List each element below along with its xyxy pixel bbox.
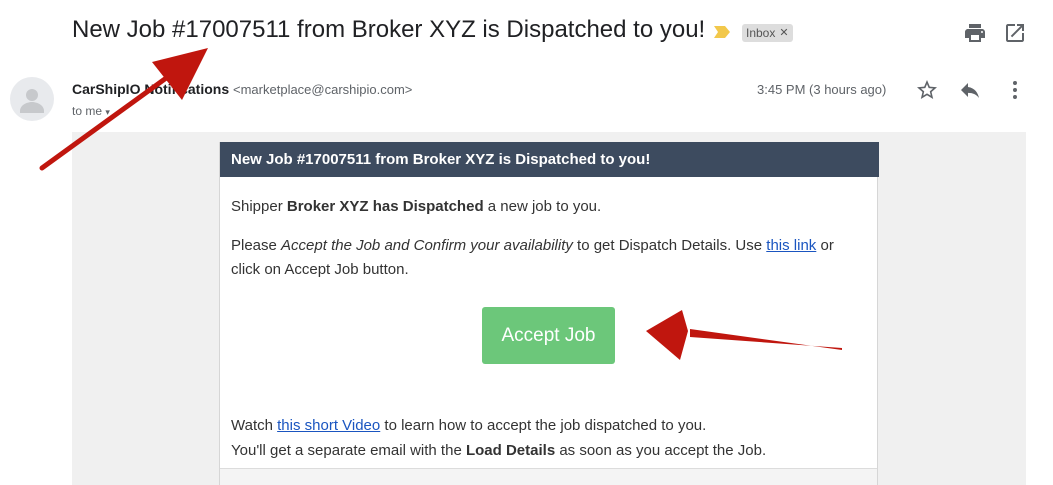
shipper-line-bold: Broker XYZ has Dispatched bbox=[286, 198, 484, 215]
instruction-pre: Please bbox=[231, 237, 282, 254]
email-card: New Job #17007511 from Broker XYZ is Dis… bbox=[219, 142, 879, 485]
shipper-line: Shipper Broker XYZ has Dispatched a new … bbox=[231, 198, 601, 215]
email-timestamp: 3:45 PM (3 hours ago) bbox=[757, 82, 887, 97]
card-footer bbox=[220, 469, 877, 485]
instruction-italic: Accept the Job and Confirm your availabi… bbox=[281, 237, 573, 254]
email-card-header: New Job #17007511 from Broker XYZ is Dis… bbox=[220, 142, 879, 177]
shipper-line-post: a new job to you. bbox=[483, 198, 602, 215]
recipient-details[interactable]: to me ▾ bbox=[72, 104, 110, 118]
recipient-dropdown-icon[interactable]: ▾ bbox=[105, 107, 110, 117]
this-link[interactable]: this link bbox=[766, 237, 816, 254]
inbox-label-chip: Inbox ✕ bbox=[742, 24, 793, 42]
print-icon[interactable] bbox=[963, 21, 987, 45]
load-details-pre: You'll get a separate email with the bbox=[231, 442, 466, 459]
load-details-post: as soon as you accept the Job. bbox=[555, 442, 767, 459]
sender-email: <marketplace@carshipio.com> bbox=[233, 82, 413, 97]
open-in-new-window-icon[interactable] bbox=[1003, 21, 1027, 45]
instruction-line-2: click on Accept Job button. bbox=[231, 261, 409, 278]
star-icon[interactable] bbox=[915, 78, 939, 102]
sender-line: CarShipIO Notifications <marketplace@car… bbox=[72, 81, 412, 97]
sender-name[interactable]: CarShipIO Notifications bbox=[72, 81, 229, 97]
reply-icon[interactable] bbox=[958, 78, 982, 102]
person-icon bbox=[20, 89, 44, 113]
sender-avatar bbox=[10, 77, 54, 121]
load-details-bold: Load Details bbox=[465, 442, 556, 459]
video-line-pre: Watch bbox=[231, 417, 278, 434]
recipient-text: to me bbox=[72, 104, 103, 118]
video-line-post: to learn how to accept the job dispatche… bbox=[380, 417, 707, 434]
instruction-mid: to get Dispatch Details. Use bbox=[572, 237, 767, 254]
more-vertical-icon[interactable] bbox=[1003, 78, 1027, 102]
short-video-link[interactable]: this short Video bbox=[277, 417, 380, 434]
shipper-line-pre: Shipper bbox=[231, 198, 287, 215]
load-details-line: You'll get a separate email with the Loa… bbox=[231, 442, 766, 459]
video-line: Watch this short Video to learn how to a… bbox=[231, 417, 706, 434]
inbox-label-text: Inbox bbox=[746, 26, 776, 40]
accept-job-button[interactable]: Accept Job bbox=[482, 307, 615, 364]
instruction-post: or bbox=[816, 237, 834, 254]
remove-label-icon[interactable]: ✕ bbox=[779, 24, 788, 42]
instruction-line: Please Accept the Job and Confirm your a… bbox=[231, 237, 834, 254]
email-subject: New Job #17007511 from Broker XYZ is Dis… bbox=[72, 16, 706, 43]
importance-marker-icon[interactable] bbox=[714, 26, 730, 38]
